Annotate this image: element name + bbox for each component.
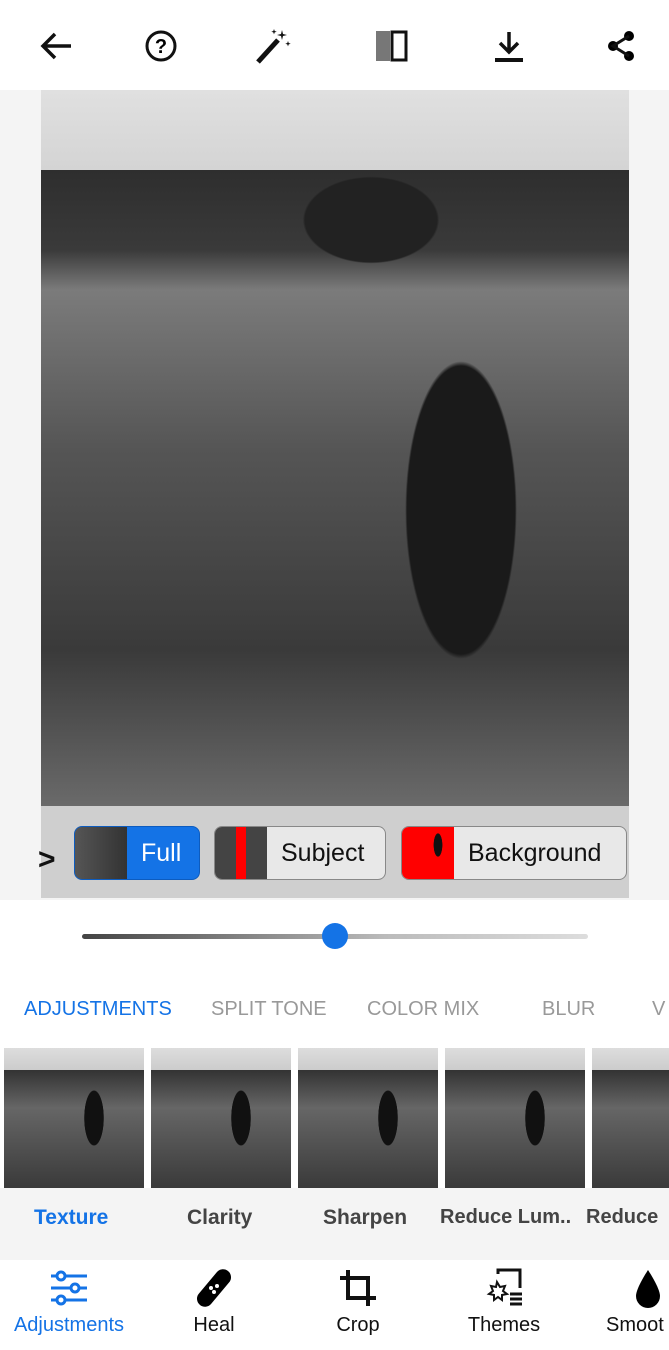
tool-reduce[interactable]: Reduce bbox=[586, 1206, 658, 1229]
category-tabs: ADJUSTMENTS SPLIT TONE COLOR MIX BLUR V bbox=[0, 998, 669, 1028]
slider-thumb[interactable] bbox=[322, 923, 348, 949]
help-button[interactable]: ? bbox=[139, 24, 183, 68]
tool-clarity[interactable]: Clarity bbox=[187, 1206, 252, 1230]
auto-button[interactable] bbox=[250, 24, 294, 68]
compare-icon bbox=[376, 30, 408, 62]
nav-crop[interactable]: Crop bbox=[298, 1268, 418, 1337]
sliders-icon bbox=[51, 1270, 87, 1306]
tool-reduce-lum[interactable]: Reduce Lum.. bbox=[440, 1206, 571, 1229]
tab-split-tone[interactable]: SPLIT TONE bbox=[211, 998, 327, 1021]
tab-color-mix[interactable]: COLOR MIX bbox=[367, 998, 479, 1021]
help-icon: ? bbox=[145, 30, 177, 62]
tool-thumb-reduce-lum[interactable] bbox=[445, 1048, 585, 1188]
nav-heal[interactable]: Heal bbox=[154, 1268, 274, 1337]
nav-adjustments[interactable]: Adjustments bbox=[9, 1268, 129, 1337]
photo[interactable] bbox=[41, 90, 629, 806]
nav-themes[interactable]: Themes bbox=[444, 1268, 564, 1337]
tool-labels: Texture Clarity Sharpen Reduce Lum.. Red… bbox=[0, 1188, 669, 1260]
back-button[interactable] bbox=[34, 24, 78, 68]
mask-full[interactable]: Full bbox=[74, 826, 200, 880]
mask-background[interactable]: Background bbox=[401, 826, 627, 880]
svg-text:?: ? bbox=[155, 36, 167, 58]
adjustment-slider[interactable] bbox=[82, 923, 588, 949]
mask-subject[interactable]: Subject bbox=[214, 826, 386, 880]
crop-icon bbox=[340, 1270, 376, 1306]
tab-v[interactable]: V bbox=[652, 998, 665, 1021]
share-icon bbox=[608, 31, 634, 61]
chevron-right-icon[interactable]: > bbox=[38, 843, 56, 877]
nav-smooth[interactable]: Smoot bbox=[606, 1268, 669, 1337]
mask-thumbnail bbox=[402, 827, 454, 879]
download-icon bbox=[495, 32, 523, 62]
tab-blur[interactable]: BLUR bbox=[542, 998, 595, 1021]
mask-thumbnail bbox=[75, 827, 127, 879]
tool-texture[interactable]: Texture bbox=[34, 1206, 108, 1230]
bandage-icon bbox=[197, 1269, 231, 1307]
tool-thumb-sharpen[interactable] bbox=[298, 1048, 438, 1188]
themes-icon bbox=[486, 1268, 522, 1306]
mask-thumbnail bbox=[215, 827, 267, 879]
image-canvas[interactable] bbox=[0, 90, 669, 900]
tool-thumb-texture[interactable] bbox=[4, 1048, 144, 1188]
arrow-left-icon bbox=[40, 32, 71, 60]
magic-wand-icon bbox=[256, 29, 291, 64]
top-toolbar: ? bbox=[0, 0, 669, 90]
tool-thumb-reduce[interactable] bbox=[592, 1048, 669, 1188]
tool-thumbnails bbox=[0, 1048, 669, 1188]
droplet-icon bbox=[636, 1270, 660, 1308]
bottom-nav: Adjustments Heal Crop Themes Smoot bbox=[0, 1260, 669, 1350]
tool-thumb-clarity[interactable] bbox=[151, 1048, 291, 1188]
download-button[interactable] bbox=[487, 24, 531, 68]
tool-sharpen[interactable]: Sharpen bbox=[323, 1206, 407, 1230]
tab-adjustments[interactable]: ADJUSTMENTS bbox=[24, 998, 172, 1021]
compare-button[interactable] bbox=[369, 24, 413, 68]
share-button[interactable] bbox=[599, 24, 643, 68]
